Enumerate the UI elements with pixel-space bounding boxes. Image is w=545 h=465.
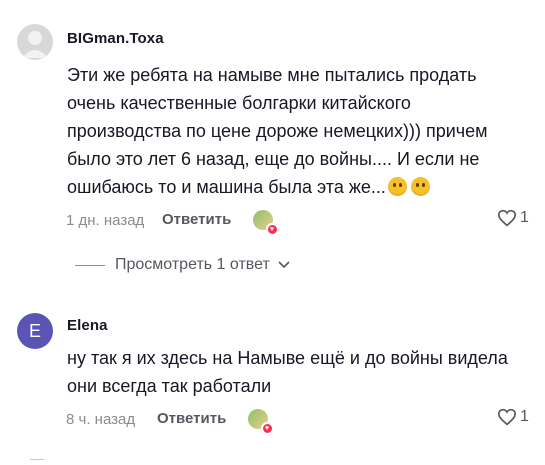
user-avatar[interactable]	[17, 24, 53, 60]
comment-text-line: ну так я их здесь на Намыве ещё и до вой…	[67, 348, 508, 368]
like-count: 1	[520, 209, 529, 226]
reply-button[interactable]: Ответить	[162, 211, 231, 228]
comment-text-line: очень качественные болгарки китайского	[67, 93, 411, 113]
like-button[interactable]: 1	[497, 209, 529, 227]
comment-text-line: они всегда так работали	[67, 376, 272, 396]
comment-text-line: Эти же ребята на намыве мне пытались про…	[67, 65, 477, 85]
like-count: 1	[520, 408, 529, 425]
default-avatar-icon	[22, 31, 48, 58]
comment-text: ну так я их здесь на Намыве ещё и до вой…	[67, 344, 537, 400]
user-avatar[interactable]: E	[17, 313, 53, 349]
next-comment-peek	[30, 459, 44, 465]
comment-item: BIGman.Toxa Эти же ребята на намыве мне …	[0, 0, 545, 245]
heart-outline-icon	[497, 209, 517, 227]
comment-text-line: было это лет 6 назад, еще до войны.... И…	[67, 149, 480, 169]
comment-timestamp: 1 дн. назад	[66, 212, 145, 229]
like-button[interactable]: 1	[497, 408, 529, 426]
avatar-letter: E	[28, 320, 41, 341]
view-replies-button[interactable]: Просмотреть 1 ответ	[75, 256, 290, 274]
chevron-down-icon	[278, 261, 290, 269]
comment-item: E Elena ну так я их здесь на Намыве ещё …	[0, 300, 545, 450]
comment-username[interactable]: BIGman.Toxa	[67, 30, 164, 47]
creator-liked-badge-icon: ♥	[253, 210, 278, 235]
comment-username[interactable]: Elena	[67, 317, 108, 334]
divider-line	[75, 264, 105, 266]
reply-button[interactable]: Ответить	[157, 410, 226, 427]
comment-text-line: ошибаюсь то и машина была эта же...	[67, 177, 386, 197]
thinking-face-icon	[387, 177, 407, 196]
smiling-face-icon	[410, 177, 430, 196]
comment-text: Эти же ребята на намыве мне пытались про…	[67, 61, 537, 201]
comment-text-line-last: ошибаюсь то и машина была эта же...	[67, 173, 537, 201]
heart-outline-icon	[497, 408, 517, 426]
creator-liked-badge-icon: ♥	[248, 409, 273, 434]
comment-text-line: производства по цене дороже немецких))) …	[67, 121, 488, 141]
view-replies-label: Просмотреть 1 ответ	[115, 256, 270, 273]
comment-timestamp: 8 ч. назад	[66, 411, 136, 428]
